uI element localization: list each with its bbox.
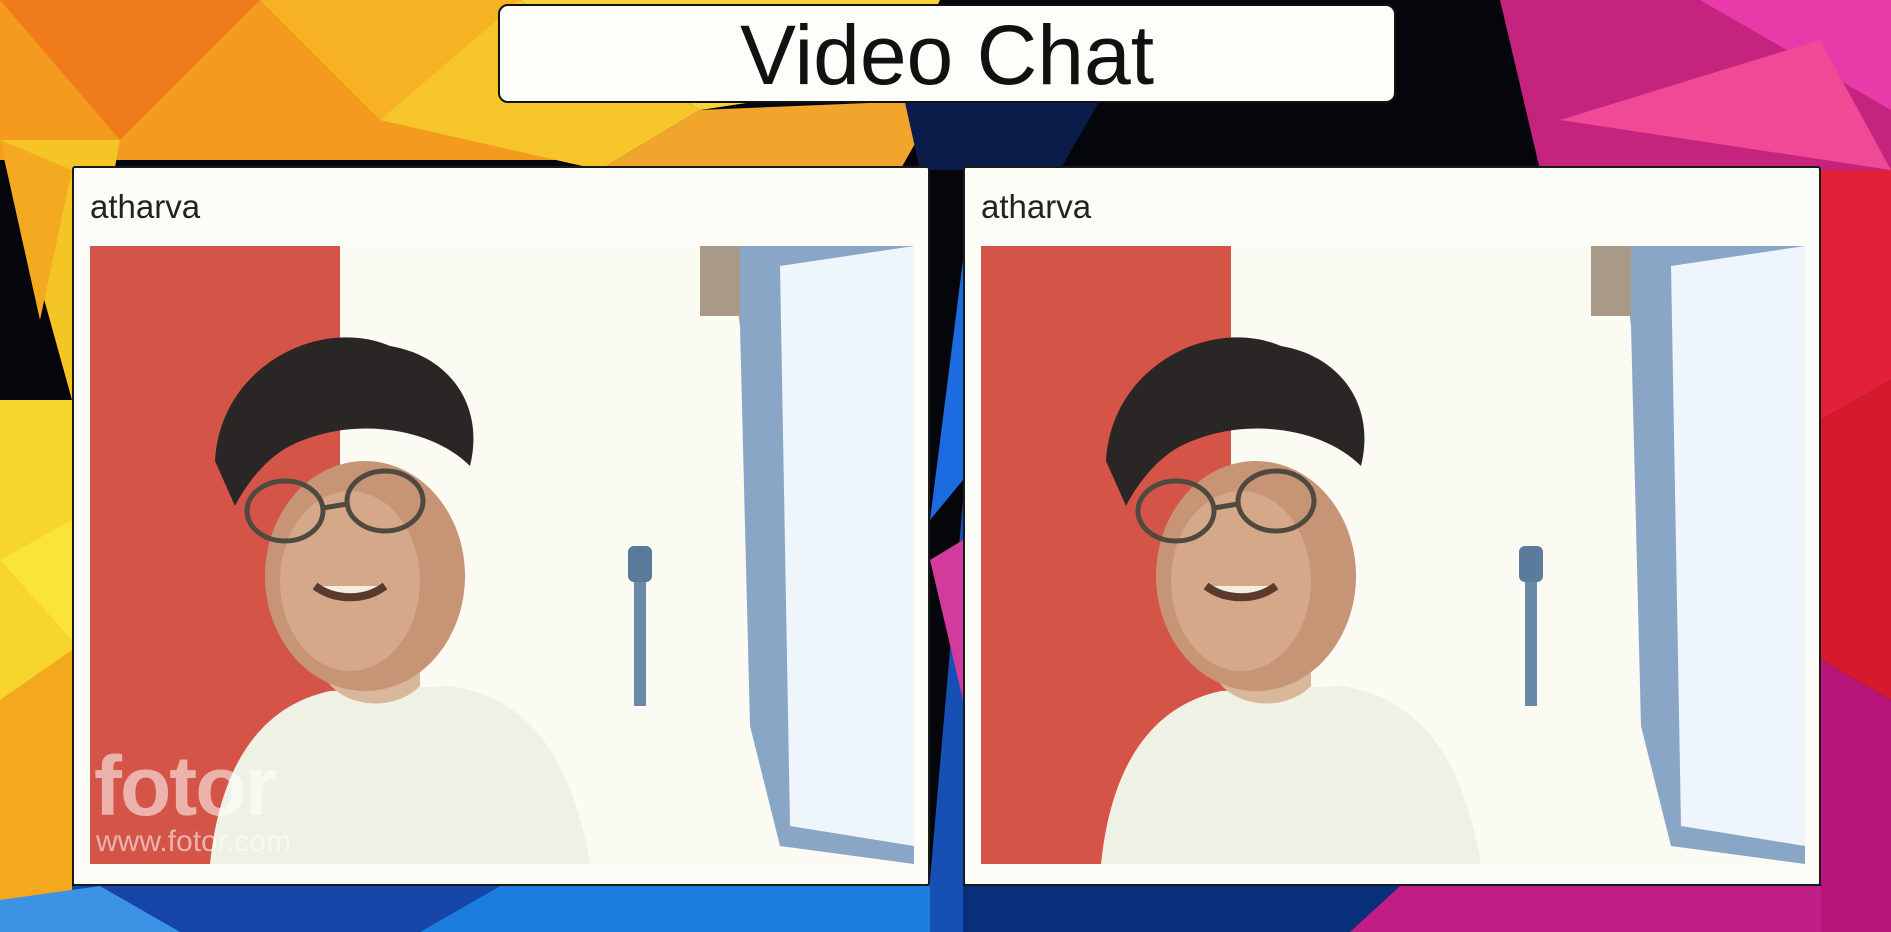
title-bar: Video Chat bbox=[498, 4, 1396, 103]
fotor-watermark: fotor www.fotor.com bbox=[90, 739, 350, 858]
watermark-logo: fotor bbox=[94, 739, 277, 834]
video-panel-local: atharva fotor www.fotor.com bbox=[72, 166, 930, 886]
participant-name: atharva bbox=[981, 188, 1092, 225]
video-feed[interactable]: fotor www.fotor.com bbox=[90, 246, 914, 864]
webcam-frame bbox=[981, 246, 1805, 864]
page-title: Video Chat bbox=[739, 7, 1155, 102]
video-feed[interactable] bbox=[981, 246, 1805, 864]
watermark-url: www.fotor.com bbox=[96, 825, 292, 858]
video-panel-remote: atharva bbox=[963, 166, 1821, 886]
participant-name: atharva bbox=[90, 188, 201, 225]
